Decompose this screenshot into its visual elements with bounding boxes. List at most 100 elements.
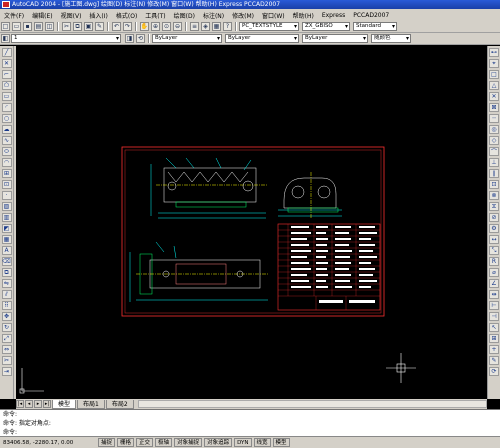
color-select[interactable]: ByLayer xyxy=(152,34,222,43)
scale-icon[interactable]: ⤢ xyxy=(1,334,12,343)
menu-window[interactable]: 窗口(W) xyxy=(258,11,289,20)
snap-tangent-icon[interactable]: ⌒ xyxy=(489,147,499,156)
menu-draw[interactable]: 绘图(D) xyxy=(170,11,199,20)
array-icon[interactable]: ⠿ xyxy=(1,301,12,310)
menu-insert[interactable]: 插入(I) xyxy=(85,11,111,20)
hatch-icon[interactable]: ▨ xyxy=(1,202,12,211)
snap-from-icon[interactable]: ⌖ xyxy=(489,59,499,68)
polyline-icon[interactable]: ⌐ xyxy=(1,70,12,79)
tab-layout1[interactable]: 布局1 xyxy=(77,399,105,409)
redo-icon[interactable]: ↷ xyxy=(123,22,132,31)
snap-quadrant-icon[interactable]: ◇ xyxy=(489,136,499,145)
zoom-previous-icon[interactable]: ⊖ xyxy=(173,22,182,31)
ortho-toggle[interactable]: 正交 xyxy=(136,438,154,447)
snap-parallel-icon[interactable]: ∥ xyxy=(489,169,499,178)
dim-update-icon[interactable]: ⟳ xyxy=(489,367,499,376)
polar-toggle[interactable]: 极轴 xyxy=(155,438,173,447)
dim-diameter-icon[interactable]: ⌀ xyxy=(489,268,499,277)
point-icon[interactable]: · xyxy=(1,191,12,200)
tolerance-icon[interactable]: ⊞ xyxy=(489,334,499,343)
table-style-select[interactable]: Standard xyxy=(353,22,397,31)
trim-icon[interactable]: ✂ xyxy=(1,356,12,365)
quick-dim-icon[interactable]: ⇹ xyxy=(489,290,499,299)
polygon-icon[interactable]: ⬠ xyxy=(1,81,12,90)
line-icon[interactable]: ╱ xyxy=(1,48,12,57)
snap-midpoint-icon[interactable]: △ xyxy=(489,81,499,90)
properties-icon[interactable]: ≡ xyxy=(190,22,199,31)
rectangle-icon[interactable]: ▭ xyxy=(1,92,12,101)
xline-icon[interactable]: ✕ xyxy=(1,59,12,68)
cut-icon[interactable]: ✂ xyxy=(62,22,71,31)
zoom-realtime-icon[interactable]: ⊕ xyxy=(151,22,160,31)
snap-node-icon[interactable]: ⊗ xyxy=(489,191,499,200)
snap-perpendicular-icon[interactable]: ⊥ xyxy=(489,158,499,167)
layer-previous-icon[interactable]: ⟲ xyxy=(136,34,145,43)
tab-next-icon[interactable]: ▸ xyxy=(34,400,42,408)
menu-view[interactable]: 视图(V) xyxy=(57,11,86,20)
snap-center-icon[interactable]: ◎ xyxy=(489,125,499,134)
move-icon[interactable]: ✥ xyxy=(1,312,12,321)
layer-select[interactable]: 1 xyxy=(11,34,121,43)
menu-tools[interactable]: 工具(T) xyxy=(141,11,169,20)
tab-layout2[interactable]: 布局2 xyxy=(105,399,134,409)
osnap-toggle[interactable]: 对象捕捉 xyxy=(174,438,203,447)
tab-first-icon[interactable]: |◂ xyxy=(16,400,24,408)
dim-continue-icon[interactable]: ⊣ xyxy=(489,312,499,321)
menu-edit[interactable]: 编辑(E) xyxy=(28,11,56,20)
table-icon[interactable]: ▦ xyxy=(1,235,12,244)
mtext-icon[interactable]: A xyxy=(1,246,12,255)
dim-angular-icon[interactable]: ∠ xyxy=(489,279,499,288)
drawing-canvas[interactable] xyxy=(16,46,487,399)
tool-palette-icon[interactable]: ▦ xyxy=(212,22,221,31)
revcloud-icon[interactable]: ☁ xyxy=(1,125,12,134)
extend-icon[interactable]: ⇥ xyxy=(1,367,12,376)
preview-icon[interactable]: ◫ xyxy=(45,22,54,31)
match-icon[interactable]: ✎ xyxy=(95,22,104,31)
plot-style-select[interactable]: 随颜色 xyxy=(371,34,411,43)
undo-icon[interactable]: ↶ xyxy=(112,22,121,31)
command-window[interactable]: 命令: 命令: 指定对角点: 命令: xyxy=(0,409,500,436)
text-style-select[interactable]: PC_TEXTSTYLE xyxy=(239,22,299,31)
dim-edit-icon[interactable]: ✎ xyxy=(489,356,499,365)
paste-icon[interactable]: ▣ xyxy=(84,22,93,31)
ellipse-arc-icon[interactable]: ◠ xyxy=(1,158,12,167)
save-icon[interactable]: ▪ xyxy=(23,22,32,31)
layer-manager-icon[interactable]: ◧ xyxy=(1,34,10,43)
leader-icon[interactable]: ↖ xyxy=(489,323,499,332)
osnap-settings-icon[interactable]: ⚙ xyxy=(489,224,499,233)
ellipse-icon[interactable]: ⬭ xyxy=(1,147,12,156)
menu-help[interactable]: 帮助(H) xyxy=(289,11,318,20)
dim-linear-icon[interactable]: ↔ xyxy=(489,235,499,244)
offset-icon[interactable]: ⫽ xyxy=(1,290,12,299)
dim-aligned-icon[interactable]: ⤡ xyxy=(489,246,499,255)
menu-file[interactable]: 文件(F) xyxy=(0,11,28,20)
dim-radius-icon[interactable]: R xyxy=(489,257,499,266)
copy-object-icon[interactable]: ⧉ xyxy=(1,268,12,277)
gradient-icon[interactable]: ▥ xyxy=(1,213,12,222)
dim-baseline-icon[interactable]: ⊢ xyxy=(489,301,499,310)
lineweight-select[interactable]: ByLayer xyxy=(302,34,368,43)
pan-icon[interactable]: ✋ xyxy=(140,22,149,31)
snap-apparent-icon[interactable]: ⊠ xyxy=(489,103,499,112)
open-icon[interactable]: ▭ xyxy=(12,22,21,31)
region-icon[interactable]: ◩ xyxy=(1,224,12,233)
menu-express[interactable]: Express xyxy=(318,12,349,19)
arc-icon[interactable]: ◜ xyxy=(1,103,12,112)
center-mark-icon[interactable]: + xyxy=(489,345,499,354)
snap-nearest-icon[interactable]: ⧖ xyxy=(489,202,499,211)
horizontal-scrollbar[interactable] xyxy=(137,400,487,408)
erase-icon[interactable]: ⌫ xyxy=(1,257,12,266)
snap-endpoint-icon[interactable]: □ xyxy=(489,70,499,79)
snap-none-icon[interactable]: ⊘ xyxy=(489,213,499,222)
zoom-window-icon[interactable]: ⊙ xyxy=(162,22,171,31)
temp-track-icon[interactable]: ⊷ xyxy=(489,48,499,57)
tab-prev-icon[interactable]: ◂ xyxy=(25,400,33,408)
menu-modify[interactable]: 修改(M) xyxy=(228,11,258,20)
print-icon[interactable]: ▤ xyxy=(34,22,43,31)
tab-model[interactable]: 模型 xyxy=(52,399,77,409)
copy-icon[interactable]: ⧉ xyxy=(73,22,82,31)
new-icon[interactable]: □ xyxy=(1,22,10,31)
grid-toggle[interactable]: 栅格 xyxy=(117,438,135,447)
otrack-toggle[interactable]: 对象追踪 xyxy=(204,438,233,447)
insert-block-icon[interactable]: ⊞ xyxy=(1,169,12,178)
